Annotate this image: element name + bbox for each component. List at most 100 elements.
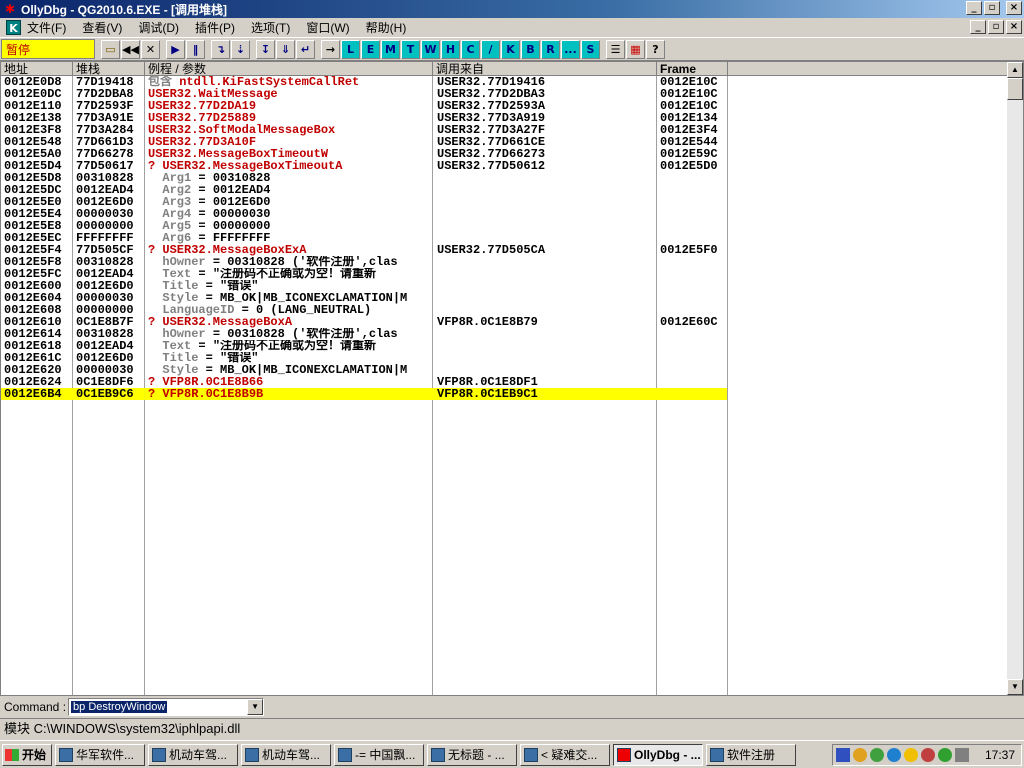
table-row[interactable]: 0012E5D4 77D50617 ? USER32.MessageBoxTimeo… (1, 160, 1009, 172)
help-icon[interactable]: ? (646, 39, 665, 59)
trace-into-icon[interactable]: ↧ (256, 39, 275, 59)
table-row[interactable]: 0012E5F4 77D505CF ? USER32.MessageBoxExA US… (1, 244, 1009, 256)
log-window-button[interactable]: L (341, 39, 360, 59)
taskbar-button[interactable]: 无标题 - ... (427, 743, 517, 766)
pause-icon[interactable]: ‖ (186, 39, 205, 59)
table-row[interactable]: 0012E5DC 0012EAD4 Arg2 = 0012EAD4 (1, 184, 1009, 196)
table-row[interactable]: 0012E0D8 77D19418 包含 ntdll.KiFastSystemCal… (1, 76, 1009, 88)
step-over-icon[interactable]: ⇣ (231, 39, 250, 59)
scroll-thumb[interactable] (1007, 78, 1023, 100)
menu-file[interactable]: 文件(F) (27, 19, 66, 36)
qq-icon[interactable] (904, 748, 918, 762)
modules-window-button[interactable]: E (361, 39, 380, 59)
call-stack-window-button[interactable]: K (501, 39, 520, 59)
start-button[interactable]: 开始 (2, 743, 52, 766)
mdi-restore-icon[interactable]: ▫ (988, 20, 1004, 34)
tray-app-icon[interactable] (853, 748, 867, 762)
taskbar-button[interactable]: 华军软件... (55, 743, 145, 766)
menu-help[interactable]: 帮助(H) (366, 19, 407, 36)
tray-app-icon[interactable] (938, 748, 952, 762)
table-row[interactable]: 0012E3F8 77D3A284 USER32.SoftModalMessageB… (1, 124, 1009, 136)
restore-icon[interactable]: ▫ (984, 1, 1000, 15)
column-header-procedure[interactable]: 例程 / 参数 (145, 62, 433, 76)
table-row[interactable]: 0012E5EC FFFFFFFF Arg6 = FFFFFFFF (1, 232, 1009, 244)
network-icon[interactable] (955, 748, 969, 762)
menu-debug[interactable]: 调试(D) (138, 19, 179, 36)
tray-app-icon[interactable] (870, 748, 884, 762)
execute-till-return-icon[interactable]: ↵ (296, 39, 315, 59)
minimize-icon[interactable]: _ (966, 1, 982, 15)
table-row[interactable]: 0012E614 00310828 hOwner = 00310828 ('软件注… (1, 328, 1009, 340)
run-icon[interactable]: ▶ (166, 39, 185, 59)
close-icon[interactable]: × (1006, 1, 1022, 15)
table-row[interactable]: 0012E620 00000030 Style = MB_OK|MB_ICONEX… (1, 364, 1009, 376)
child-window-k-icon[interactable]: K (6, 20, 21, 35)
table-row[interactable]: 0012E624 0C1E8DF6 ? VFP8R.0C1E8B66 VFP8R.0C… (1, 376, 1009, 388)
table-row[interactable]: 0012E5A0 77D66278 USER32.MessageBoxTimeout… (1, 148, 1009, 160)
column-header-called-from[interactable]: 调用来自 (433, 62, 657, 76)
table-row[interactable]: 0012E5E0 0012E6D0 Arg3 = 0012E6D0 (1, 196, 1009, 208)
table-row[interactable]: 0012E610 0C1E8B7F ? USER32.MessageBoxA VFP8… (1, 316, 1009, 328)
table-row[interactable]: 0012E5D8 00310828 Arg1 = 00310828 (1, 172, 1009, 184)
handles-window-button[interactable]: H (441, 39, 460, 59)
palette-icon[interactable]: ▦ (626, 39, 645, 59)
command-input[interactable]: bp DestroyWindow ▼ (68, 698, 265, 716)
vertical-scrollbar[interactable]: ▲ ▼ (1007, 62, 1023, 695)
mdi-minimize-icon[interactable]: _ (970, 20, 986, 34)
table-row[interactable]: 0012E600 0012E6D0 Title = "错误" (1, 280, 1009, 292)
cell-procedure: Title = "错误" (148, 352, 432, 364)
menu-window[interactable]: 窗口(W) (306, 19, 349, 36)
scroll-down-icon[interactable]: ▼ (1007, 679, 1023, 695)
windows-window-button[interactable]: W (421, 39, 440, 59)
input-method-icon[interactable] (836, 748, 850, 762)
cpu-window-button[interactable]: C (461, 39, 480, 59)
menu-plugins[interactable]: 插件(P) (195, 19, 235, 36)
source-window-button[interactable]: S (581, 39, 600, 59)
table-row[interactable]: 0012E5E4 00000030 Arg4 = 00000030 (1, 208, 1009, 220)
patches-window-button[interactable]: / (481, 39, 500, 59)
threads-window-button[interactable]: T (401, 39, 420, 59)
tray-app-icon[interactable] (887, 748, 901, 762)
references-window-button[interactable]: R (541, 39, 560, 59)
column-header-stack[interactable]: 堆栈 (73, 62, 145, 76)
table-row[interactable]: 0012E5FC 0012EAD4 Text = "注册码不正确或为空！请重新 (1, 268, 1009, 280)
taskbar-button[interactable]: < 疑难交... (520, 743, 610, 766)
table-row[interactable]: 0012E110 77D2593F USER32.77D2DA19 USER32.77… (1, 100, 1009, 112)
table-row[interactable]: 0012E138 77D3A91E USER32.77D25889 USER32.77… (1, 112, 1009, 124)
table-row[interactable]: 0012E5F8 00310828 hOwner = 00310828 ('软件注… (1, 256, 1009, 268)
list-icon[interactable]: ☰ (606, 39, 625, 59)
goto-icon[interactable]: → (321, 39, 340, 59)
scroll-up-icon[interactable]: ▲ (1007, 62, 1023, 78)
table-row[interactable]: 0012E6B4 0C1EB9C6 ? VFP8R.0C1E8B9B VFP8R.0C… (1, 388, 727, 400)
memory-window-button[interactable]: M (381, 39, 400, 59)
breakpoints-window-button[interactable]: B (521, 39, 540, 59)
step-into-icon[interactable]: ↴ (211, 39, 230, 59)
table-row[interactable]: 0012E608 00000000 LanguageID = 0 (LANG_NE… (1, 304, 1009, 316)
table-row[interactable]: 0012E5E8 00000000 Arg5 = 00000000 (1, 220, 1009, 232)
column-header-address[interactable]: 地址 (1, 62, 73, 76)
rewind-icon[interactable]: ◀◀ (121, 39, 140, 59)
table-row[interactable]: 0012E0DC 77D2DBA8 USER32.WaitMessage USER32… (1, 88, 1009, 100)
table-row[interactable]: 0012E604 00000030 Style = MB_OK|MB_ICONEX… (1, 292, 1009, 304)
taskbar-button[interactable]: 软件注册 (706, 743, 796, 766)
run-trace-window-button[interactable]: ... (561, 39, 580, 59)
menu-view[interactable]: 查看(V) (82, 19, 122, 36)
taskbar-button[interactable]: 机动车驾... (241, 743, 331, 766)
taskbar-button[interactable]: -= 中国飘... (334, 743, 424, 766)
close-icon[interactable]: ✕ (141, 39, 160, 59)
taskbar-button[interactable]: 机动车驾... (148, 743, 238, 766)
mdi-close-icon[interactable]: × (1006, 20, 1022, 34)
cell-frame: 0012E59C (660, 148, 718, 160)
open-icon[interactable]: ▭ (101, 39, 120, 59)
table-row[interactable]: 0012E618 0012EAD4 Text = "注册码不正确或为空！请重新 (1, 340, 1009, 352)
command-value[interactable]: bp DestroyWindow (71, 701, 168, 713)
tray-app-icon[interactable] (921, 748, 935, 762)
column-header-frame[interactable]: Frame (657, 62, 728, 76)
column-header-blank (728, 62, 1008, 76)
table-row[interactable]: 0012E61C 0012E6D0 Title = "错误" (1, 352, 1009, 364)
taskbar-button[interactable]: OllyDbg - ... (613, 743, 703, 766)
table-row[interactable]: 0012E548 77D661D3 USER32.77D3A10F USER32.77… (1, 136, 1009, 148)
menu-options[interactable]: 选项(T) (251, 19, 290, 36)
chevron-down-icon[interactable]: ▼ (247, 699, 264, 715)
trace-over-icon[interactable]: ⇓ (276, 39, 295, 59)
